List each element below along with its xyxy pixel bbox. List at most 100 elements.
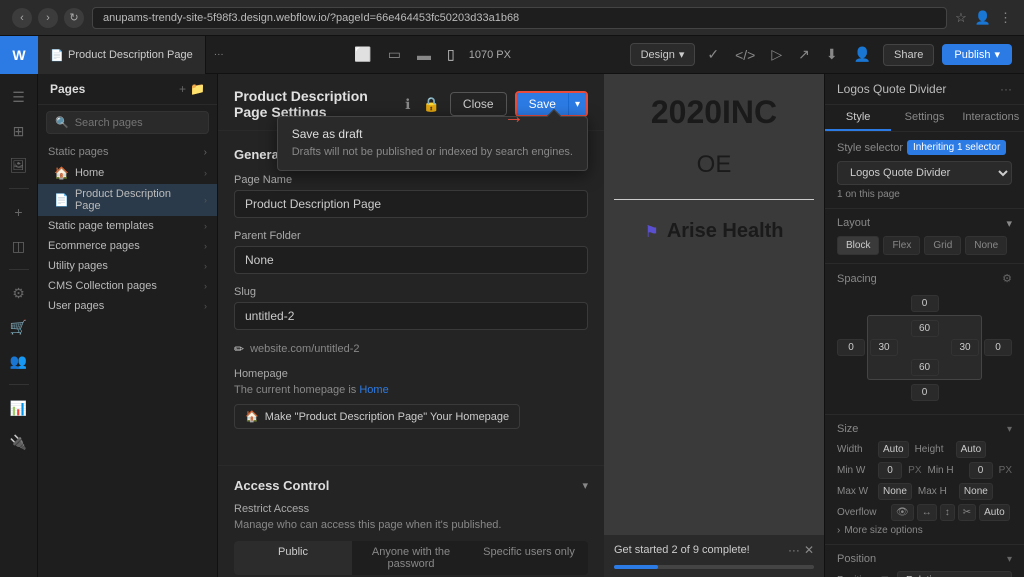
padding-bottom-val[interactable]: 60 bbox=[911, 359, 939, 376]
access-control-header[interactable]: Access Control ▾ bbox=[234, 478, 588, 493]
mobile-portrait-btn[interactable]: ▯ bbox=[443, 42, 459, 67]
overflow-eye-btn[interactable]: 👁 bbox=[891, 504, 914, 521]
user-pages-item[interactable]: User pages › bbox=[38, 296, 217, 316]
publish-button[interactable]: Publish ▾ bbox=[942, 44, 1012, 65]
users-btn[interactable]: 👥 bbox=[4, 346, 34, 376]
static-pages-expand-icon[interactable]: › bbox=[204, 147, 207, 158]
save-button[interactable]: Save bbox=[517, 93, 568, 115]
tab-more[interactable]: ··· bbox=[206, 49, 232, 60]
access-tab-password[interactable]: Anyone with the password bbox=[352, 541, 470, 575]
back-button[interactable]: ‹ bbox=[12, 8, 32, 28]
utility-pages-arrow: › bbox=[204, 261, 207, 271]
ecommerce-btn[interactable]: 🛒 bbox=[4, 312, 34, 342]
rp-tab-settings[interactable]: Settings bbox=[891, 105, 957, 131]
settings-lock-icon[interactable]: 🔒 bbox=[420, 94, 441, 115]
homepage-link[interactable]: Home bbox=[359, 384, 388, 396]
panel-header-icons: + 📁 bbox=[179, 82, 205, 96]
display-grid-btn[interactable]: Grid bbox=[924, 236, 961, 255]
overflow-clip-btn[interactable]: ✂ bbox=[958, 504, 976, 521]
position-select[interactable]: Relative Absolute Fixed Static bbox=[897, 571, 1012, 577]
progress-more-btn[interactable]: ··· bbox=[788, 543, 800, 557]
rp-tab-interactions[interactable]: Interactions bbox=[958, 105, 1024, 131]
static-templates-item[interactable]: Static page templates › bbox=[38, 216, 217, 236]
url-bar[interactable]: anupams-trendy-site-5f98f3.design.webflo… bbox=[92, 7, 947, 29]
min-h-input[interactable]: 0 bbox=[969, 462, 993, 479]
bookmark-icon[interactable]: ☆ bbox=[955, 10, 967, 26]
display-flex-btn[interactable]: Flex bbox=[883, 236, 920, 255]
code-icon[interactable]: </> bbox=[731, 43, 759, 67]
share-button[interactable]: Share bbox=[883, 44, 934, 66]
page-item-home[interactable]: 🏠 Home › bbox=[38, 162, 217, 184]
width-val[interactable]: Auto bbox=[878, 441, 909, 458]
seo-btn[interactable]: 📊 bbox=[4, 393, 34, 423]
height-val[interactable]: Auto bbox=[956, 441, 987, 458]
slug-input[interactable] bbox=[234, 302, 588, 330]
padding-left-val[interactable]: 30 bbox=[870, 339, 898, 356]
padding-top-val[interactable]: 60 bbox=[911, 320, 939, 337]
add-element-btn[interactable]: + bbox=[4, 197, 34, 227]
pages-toolbar-btn[interactable]: ☰ bbox=[4, 82, 34, 112]
search-input[interactable] bbox=[75, 117, 217, 129]
rp-tab-style[interactable]: Style bbox=[825, 105, 891, 131]
rp-title: Logos Quote Divider bbox=[837, 82, 1000, 96]
utility-pages-item[interactable]: Utility pages › bbox=[38, 256, 217, 276]
access-tab-public[interactable]: Public bbox=[234, 541, 352, 575]
min-w-input[interactable]: 0 bbox=[878, 462, 902, 479]
mobile-landscape-btn[interactable]: ▬ bbox=[413, 43, 435, 67]
max-h-val[interactable]: None bbox=[959, 483, 993, 500]
rp-more-btn[interactable]: ··· bbox=[1000, 82, 1012, 96]
cms-btn[interactable]: ⚙ bbox=[4, 278, 34, 308]
external-link-icon[interactable]: ↗ bbox=[794, 42, 814, 67]
left-toolbar: ☰ ⊞ 🖼 + ◫ ⚙ 🛒 👥 📊 🔌 bbox=[0, 74, 38, 577]
right-panel: Logos Quote Divider ··· Style Settings I… bbox=[824, 74, 1024, 577]
add-page-btn[interactable]: + bbox=[179, 82, 186, 96]
page-tab[interactable]: 📄 Product Description Page bbox=[38, 36, 206, 74]
padding-right-val[interactable]: 30 bbox=[951, 339, 979, 356]
save-as-draft-item[interactable]: Save as draft Drafts will not be publish… bbox=[278, 117, 587, 170]
forward-button[interactable]: › bbox=[38, 8, 58, 28]
folder-btn[interactable]: 📁 bbox=[190, 82, 205, 96]
monitor-view-btn[interactable]: ⬜ bbox=[350, 42, 375, 67]
access-control-section: Access Control ▾ Restrict Access Manage … bbox=[218, 465, 604, 577]
profile-icon[interactable]: 👤 bbox=[975, 10, 991, 26]
menu-icon[interactable]: ⋮ bbox=[999, 10, 1012, 26]
assets-toolbar-btn[interactable]: 🖼 bbox=[4, 150, 34, 180]
margin-top-val[interactable]: 0 bbox=[911, 295, 939, 312]
integrations-btn[interactable]: 🔌 bbox=[4, 427, 34, 457]
tablet-view-btn[interactable]: ▭ bbox=[384, 42, 405, 67]
browser-bar: ‹ › ↻ anupams-trendy-site-5f98f3.design.… bbox=[0, 0, 1024, 36]
margin-right-val[interactable]: 0 bbox=[984, 339, 1012, 356]
margin-left-val[interactable]: 0 bbox=[837, 339, 865, 356]
save-dropdown-button[interactable]: ▾ bbox=[568, 93, 586, 115]
components-toolbar-btn[interactable]: ⊞ bbox=[4, 116, 34, 146]
progress-close-btn[interactable]: ✕ bbox=[804, 543, 814, 557]
settings-info-icon[interactable]: ℹ bbox=[403, 94, 412, 115]
refresh-button[interactable]: ↻ bbox=[64, 8, 84, 28]
design-mode-btn[interactable]: Design ▾ bbox=[630, 43, 696, 66]
page-item-product[interactable]: 📄 Product Description Page › bbox=[38, 184, 217, 216]
display-none-btn[interactable]: None bbox=[965, 236, 1007, 255]
make-homepage-button[interactable]: 🏠 Make "Product Description Page" Your H… bbox=[234, 404, 520, 429]
spacing-settings-icon[interactable]: ⚙ bbox=[1002, 272, 1012, 285]
navigator-btn[interactable]: ◫ bbox=[4, 231, 34, 261]
checkmark-icon[interactable]: ✓ bbox=[703, 42, 723, 67]
style-name-select[interactable]: Logos Quote Divider bbox=[837, 161, 1012, 185]
close-button[interactable]: Close bbox=[450, 92, 507, 116]
overflow-scroll-btn[interactable]: ↔ bbox=[917, 504, 937, 521]
display-block-btn[interactable]: Block bbox=[837, 236, 879, 255]
play-icon[interactable]: ▷ bbox=[767, 42, 786, 67]
download-icon[interactable]: ⬇ bbox=[822, 42, 842, 67]
margin-bottom-val[interactable]: 0 bbox=[911, 384, 939, 401]
more-size-options-link[interactable]: › More size options bbox=[837, 525, 1012, 536]
access-tab-users[interactable]: Specific users only bbox=[470, 541, 588, 575]
user-avatar-icon[interactable]: 👤 bbox=[850, 42, 875, 67]
overflow-auto-val[interactable]: Auto bbox=[979, 504, 1010, 521]
parent-folder-select[interactable]: None bbox=[234, 246, 588, 274]
cms-collection-item[interactable]: CMS Collection pages › bbox=[38, 276, 217, 296]
page-name-input[interactable] bbox=[234, 190, 588, 218]
overflow-h-btn[interactable]: ↕ bbox=[940, 504, 955, 521]
style-selector-label: Style selector bbox=[837, 142, 903, 154]
cms-collection-arrow: › bbox=[204, 281, 207, 291]
max-w-val[interactable]: None bbox=[878, 483, 912, 500]
ecommerce-pages-item[interactable]: Ecommerce pages › bbox=[38, 236, 217, 256]
